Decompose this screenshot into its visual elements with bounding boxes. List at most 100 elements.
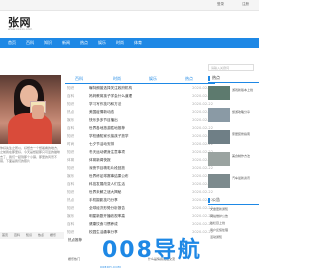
list-item[interactable]: 知识 校园生活趣事分享 2020-02-22 bbox=[65, 230, 215, 238]
list-item-title[interactable]: 妈妈教育孩子学会什么道理 bbox=[89, 94, 132, 99]
list-item[interactable]: 百科 世界各地旅游胜地推荐 2020-02-22 bbox=[65, 126, 215, 134]
list-item[interactable]: 娱乐 明星新剧开播收视率高 2020-02-22 bbox=[65, 214, 215, 222]
photo-hand bbox=[32, 105, 44, 119]
nav-item-ent[interactable]: 娱乐 bbox=[98, 40, 106, 46]
sidebar-title: 热点 bbox=[208, 75, 259, 83]
list-item[interactable]: 百科 妈妈教育孩子学会什么道理 2020-02-22 bbox=[65, 94, 215, 102]
thumbnail-image[interactable] bbox=[208, 152, 230, 166]
site-url: www.xxxxx.com bbox=[8, 27, 33, 31]
list-item[interactable]: 知识 世界未解之谜大揭秘 2020-02-22 bbox=[65, 190, 215, 198]
list-item-category: 知识 bbox=[67, 150, 75, 154]
list-item-title[interactable]: 快乐多多节目播出 bbox=[89, 118, 118, 123]
list-item[interactable]: 知识 深夜节目精彩片段回放 2020-02-22 bbox=[65, 166, 215, 174]
list-item-title[interactable]: 曝特朗普选择关注政府机构 bbox=[89, 86, 132, 91]
list-item[interactable]: 热点 美国疫情新动态 2020-02-22 bbox=[65, 110, 215, 118]
nav-item-knowledge[interactable]: 知识 bbox=[44, 40, 52, 46]
feature-photo[interactable] bbox=[0, 75, 61, 144]
sidebar-title-2: 公告 bbox=[208, 197, 259, 205]
list-item-title[interactable]: 美国疫情新动态 bbox=[89, 110, 114, 115]
list-item-category: 知识 bbox=[67, 134, 75, 138]
thumbnail-image[interactable] bbox=[208, 86, 230, 100]
list-item[interactable]: 娱乐 世界杯足球赛事结果公布 2020-02-22 bbox=[65, 174, 215, 182]
list-item[interactable]: 知识 学习写作技巧和方法 2020-02-22 bbox=[65, 102, 215, 110]
list-item-title[interactable]: 健康饮食习惯养成 bbox=[89, 222, 118, 227]
list-item-title[interactable]: 明星新剧开播收视率高 bbox=[89, 214, 125, 219]
nav-item-sports[interactable]: 体育 bbox=[134, 40, 142, 46]
search-input[interactable]: 请输入关键词 bbox=[208, 64, 254, 71]
list-item-title[interactable]: 冬天运动健身注意事项 bbox=[89, 150, 125, 155]
bottom-row-left[interactable]: 娱乐热门 bbox=[68, 257, 80, 261]
sidebar-thumb-item[interactable]: 汽车最新资讯 bbox=[208, 174, 259, 189]
bottom-link[interactable]: 首页 bbox=[2, 233, 8, 237]
thumbnail-image[interactable] bbox=[208, 108, 230, 122]
list-item[interactable]: 知识 冬天运动健身注意事项 2020-02-22 bbox=[65, 150, 215, 158]
sidebar-thumb-item[interactable]: 旅游攻略分享 bbox=[208, 108, 259, 123]
tab-baike[interactable]: 百科 bbox=[75, 76, 83, 82]
bottom-link[interactable]: 热点 bbox=[38, 233, 44, 237]
sidebar-thumb-item[interactable]: 家居装修指南 bbox=[208, 130, 259, 145]
thumbnail-title[interactable]: 游戏新版本上线 bbox=[232, 88, 259, 92]
tab-hot[interactable]: 热点 bbox=[185, 76, 193, 82]
list-item-title[interactable]: 七夕节活动安排 bbox=[89, 142, 114, 147]
sidebar-list-item[interactable]: 网站维护公告 bbox=[210, 214, 259, 221]
nav-item-news[interactable]: 新闻 bbox=[62, 40, 70, 46]
register-link[interactable]: 注册 bbox=[242, 2, 249, 7]
thumbnail-title[interactable]: 汽车最新资讯 bbox=[232, 176, 259, 180]
list-item-title[interactable]: 科技发展改变人们生活 bbox=[89, 182, 125, 187]
list-item-category: 知识 bbox=[67, 190, 75, 194]
thumbnail-image[interactable] bbox=[208, 130, 230, 144]
top-bar: 登录 注册 bbox=[0, 0, 259, 11]
bottom-link[interactable]: 知识 bbox=[26, 233, 32, 237]
sidebar-title-text: 热点 bbox=[212, 75, 220, 80]
nav-item-hot[interactable]: 热点 bbox=[80, 40, 88, 46]
sidebar-list-item[interactable]: 用户反馈处理 bbox=[210, 228, 259, 235]
list-item[interactable]: 知识 曝特朗普选择关注政府机构 2020-02-22 bbox=[65, 86, 215, 94]
list-item[interactable]: 知识 全球经济形势分析报告 2020-02-22 bbox=[65, 206, 215, 214]
list-item-title[interactable]: 手机摄影技巧分享 bbox=[89, 198, 118, 203]
list-item-title[interactable]: 世界杯足球赛事结果公布 bbox=[89, 174, 129, 179]
tab-fashion[interactable]: 时尚 bbox=[113, 76, 121, 82]
list-item-title[interactable]: 深夜节目精彩片段回放 bbox=[89, 166, 125, 171]
list-item-title[interactable]: 世界未解之谜大揭秘 bbox=[89, 190, 121, 195]
list-item-title[interactable]: 全球经济形势分析报告 bbox=[89, 206, 125, 211]
list-item[interactable]: 知识 学校通知家长接孩子放学 2020-02-22 bbox=[65, 134, 215, 142]
tab-ent[interactable]: 娱乐 bbox=[149, 76, 157, 82]
watermark-sub: 008DH.COM bbox=[100, 265, 121, 269]
list-item-title[interactable]: 学校通知家长接孩子放学 bbox=[89, 134, 129, 139]
nav-item-baike[interactable]: 百科 bbox=[26, 40, 34, 46]
list-item[interactable]: 百科 健康饮食习惯养成 2020-02-22 bbox=[65, 222, 215, 230]
sidebar-thumb-item[interactable]: 美食制作方法 bbox=[208, 152, 259, 167]
bottom-link[interactable]: 百科 bbox=[14, 233, 20, 237]
list-item-title[interactable]: 校园生活趣事分享 bbox=[89, 230, 118, 235]
sidebar-thumb-item[interactable]: 游戏新版本上线 bbox=[208, 86, 259, 101]
list-item[interactable]: 体育 体育新闻快报 2020-02-22 bbox=[65, 158, 215, 166]
main-nav: 首页 百科 知识 新闻 热点 娱乐 时尚 体育 bbox=[0, 38, 259, 48]
list-item-category: 知识 bbox=[67, 230, 75, 234]
list-item[interactable]: 娱乐 快乐多多节目播出 2020-02-22 bbox=[65, 118, 215, 126]
thumbnail-title[interactable]: 美食制作方法 bbox=[232, 154, 259, 158]
list-item[interactable]: 百科 科技发展改变人们生活 2020-02-22 bbox=[65, 182, 215, 190]
list-item-category: 时尚 bbox=[67, 142, 75, 146]
list-item-title[interactable]: 世界各地旅游胜地推荐 bbox=[89, 126, 125, 131]
title-accent-bar bbox=[208, 198, 210, 203]
list-item-category: 体育 bbox=[67, 158, 75, 162]
list-item-title[interactable]: 学习写作技巧和方法 bbox=[89, 102, 121, 107]
watermark-logo: 008导航 008DH.COM bbox=[82, 238, 219, 271]
list-item-category: 热点 bbox=[67, 110, 75, 114]
list-item-category: 知识 bbox=[67, 86, 75, 90]
sidebar-list-item[interactable]: 文章更新通知 bbox=[210, 207, 259, 214]
thumbnail-image[interactable] bbox=[208, 174, 230, 188]
login-link[interactable]: 登录 bbox=[217, 2, 224, 7]
list-item[interactable]: 热点 手机摄影技巧分享 2020-02-22 bbox=[65, 198, 215, 206]
bottom-link[interactable]: 娱乐 bbox=[50, 233, 56, 237]
sidebar-list-item[interactable]: 新栏目上线 bbox=[210, 221, 259, 228]
list-item-date: 2020-02-22 bbox=[192, 190, 213, 194]
thumbnail-title[interactable]: 旅游攻略分享 bbox=[232, 110, 259, 114]
list-item-title[interactable]: 体育新闻快报 bbox=[89, 158, 111, 163]
photo-body bbox=[8, 113, 52, 144]
list-item-category: 百科 bbox=[67, 126, 75, 130]
nav-item-home[interactable]: 首页 bbox=[8, 40, 16, 46]
nav-item-fashion[interactable]: 时尚 bbox=[116, 40, 124, 46]
list-item[interactable]: 时尚 七夕节活动安排 2020-02-22 bbox=[65, 142, 215, 150]
thumbnail-title[interactable]: 家居装修指南 bbox=[232, 132, 259, 136]
